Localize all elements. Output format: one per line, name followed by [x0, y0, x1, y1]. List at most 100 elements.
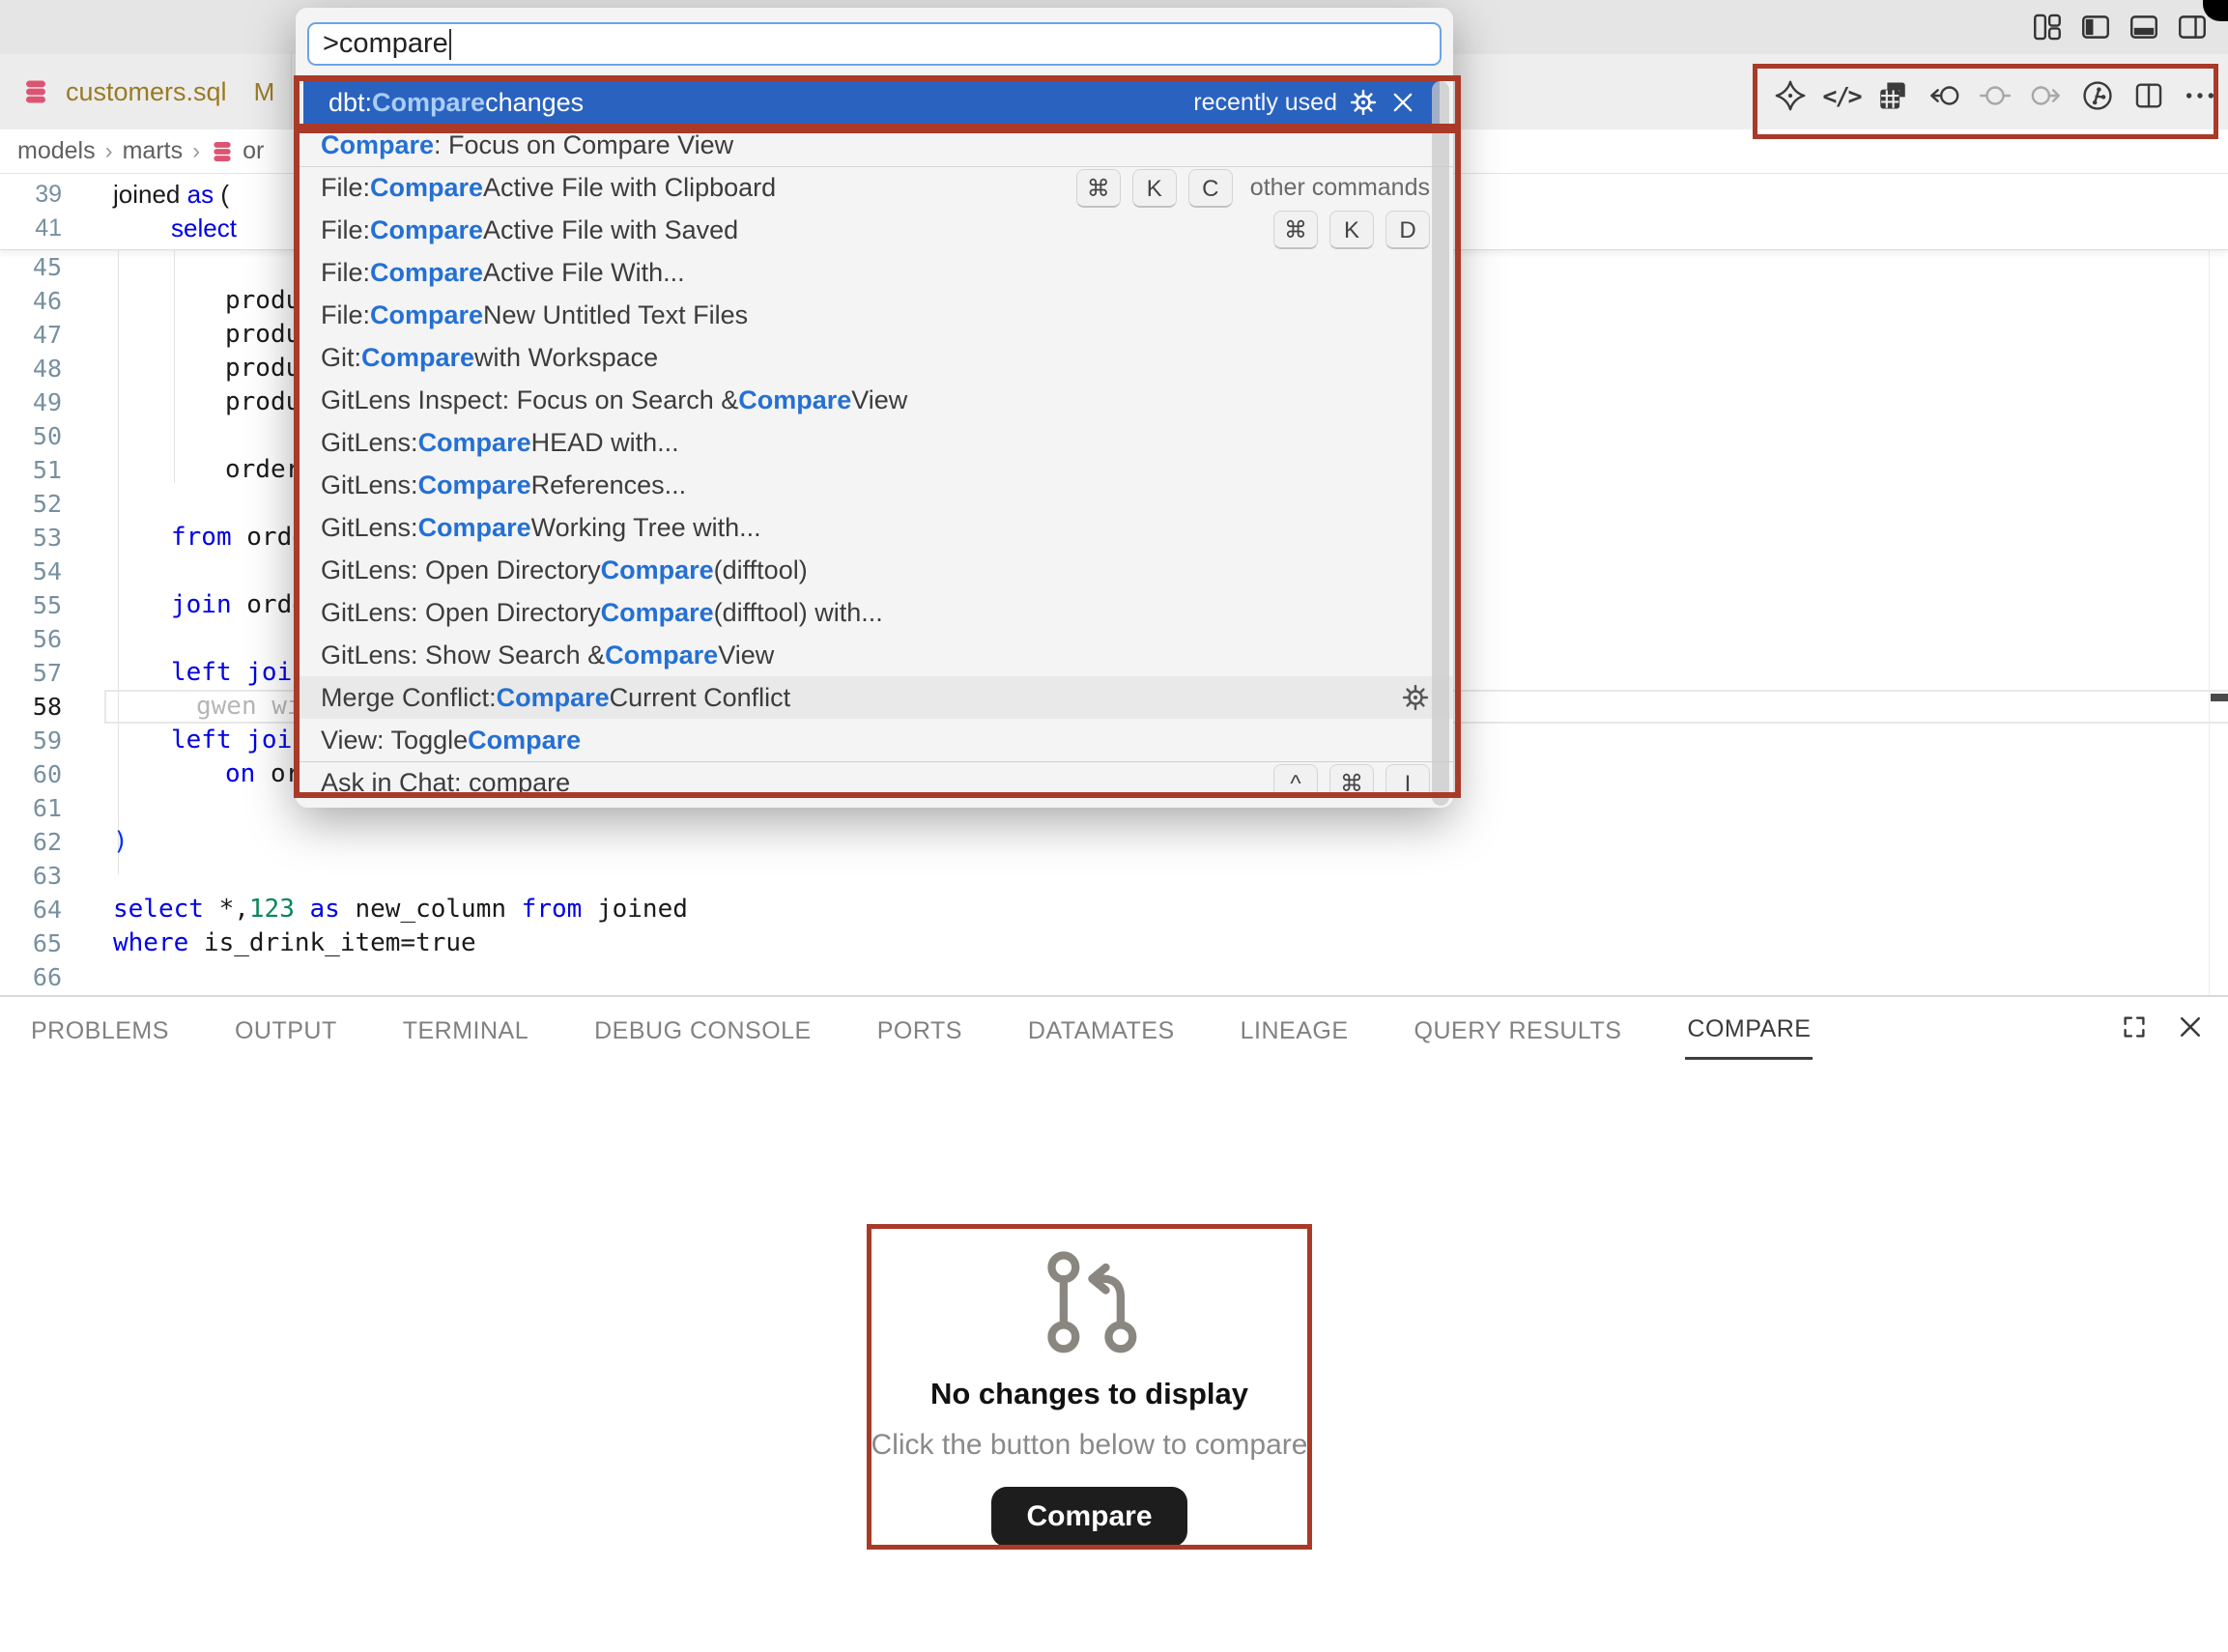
command-label-segment: GitLens: Open Directory: [321, 555, 601, 585]
panel-tab-debug-console[interactable]: DEBUG CONSOLE: [592, 1004, 814, 1059]
panel-tab-datamates[interactable]: DATAMATES: [1026, 1004, 1177, 1059]
recently-used-label: recently used: [1193, 89, 1337, 117]
command-row[interactable]: Git: Compare with Workspace: [296, 336, 1453, 379]
code-text: left join: [171, 656, 307, 690]
compare-button[interactable]: Compare: [991, 1487, 1186, 1547]
command-label-segment: Compare: [370, 258, 483, 288]
command-label-segment: View: Toggle: [321, 726, 468, 755]
command-row[interactable]: File: Compare Active File With...: [296, 251, 1453, 294]
command-row[interactable]: GitLens: Show Search & Compare View: [296, 634, 1453, 676]
command-row[interactable]: GitLens: Compare References...: [296, 464, 1453, 506]
line-number: 56: [0, 622, 62, 656]
toggle-primary-sidebar-icon[interactable]: [2079, 11, 2112, 43]
code-text: produ: [225, 385, 300, 419]
code-line: 64select *,123 as new_column from joined: [0, 893, 2228, 926]
breadcrumb-item[interactable]: marts: [123, 137, 184, 165]
code-text: ): [113, 825, 129, 859]
command-label-segment: GitLens Inspect: Focus on Search &: [321, 385, 738, 415]
command-label-segment: Compare: [370, 215, 483, 245]
line-number: 63: [0, 859, 62, 893]
command-label-segment: File:: [321, 173, 370, 203]
code-text: produ: [225, 352, 300, 385]
dismiss-icon[interactable]: [1389, 89, 1416, 116]
command-label-segment: changes: [485, 88, 584, 118]
command-label-segment: Compare: [418, 428, 531, 458]
toggle-secondary-sidebar-icon[interactable]: [2176, 11, 2209, 43]
code-text: produ: [225, 318, 300, 352]
shortcut-key: ⌘: [1076, 169, 1121, 208]
code-text: produ: [225, 284, 300, 318]
more-actions-icon[interactable]: [2184, 79, 2216, 112]
breadcrumb-item[interactable]: or: [243, 137, 264, 165]
close-panel-icon[interactable]: [2176, 1012, 2205, 1041]
shortcut-key: ⌘: [1273, 211, 1318, 249]
maximize-panel-icon[interactable]: [2120, 1012, 2149, 1041]
panel-tab-terminal[interactable]: TERMINAL: [401, 1004, 530, 1059]
command-list: Compare: Focus on Compare ViewFile: Comp…: [296, 124, 1453, 798]
panel-tab-compare[interactable]: COMPARE: [1685, 1002, 1813, 1060]
command-label-segment: Active File with Clipboard: [483, 173, 776, 203]
command-row[interactable]: GitLens: Open Directory Compare (difftoo…: [296, 549, 1453, 591]
execute-downstream-icon: [2030, 79, 2063, 112]
panel-tab-lineage[interactable]: LINEAGE: [1239, 1004, 1351, 1059]
preview-code-icon[interactable]: </>: [1825, 79, 1858, 112]
customize-layout-icon[interactable]: [2031, 11, 2064, 43]
lineage-icon[interactable]: [2081, 79, 2114, 112]
command-row[interactable]: Ask in Chat: compare^⌘I: [296, 761, 1453, 798]
shortcut-key: I: [1385, 764, 1430, 799]
code-line: 63: [0, 859, 2228, 893]
code-text: select: [171, 212, 237, 245]
panel-tab-problems[interactable]: PROBLEMS: [29, 1004, 171, 1059]
command-row[interactable]: File: Compare Active File with Saved⌘KD: [296, 209, 1453, 251]
command-row[interactable]: GitLens: Compare Working Tree with...: [296, 506, 1453, 549]
panel-tab-output[interactable]: OUTPUT: [233, 1004, 339, 1059]
command-input[interactable]: >compare: [307, 22, 1442, 66]
dbt-icon[interactable]: [1774, 79, 1807, 112]
panel-tab-query-results[interactable]: QUERY RESULTS: [1413, 1004, 1624, 1059]
command-label-segment: GitLens: Open Directory: [321, 598, 601, 628]
toggle-panel-icon[interactable]: [2128, 11, 2160, 43]
line-number: 54: [0, 555, 62, 588]
command-row-selected[interactable]: dbt: Compare changesrecently used: [303, 81, 1440, 124]
command-label-segment: dbt:: [328, 88, 372, 118]
command-row[interactable]: File: Compare New Untitled Text Files: [296, 294, 1453, 336]
split-editor-icon[interactable]: [2132, 79, 2165, 112]
compare-empty-subtitle: Click the button below to compare: [867, 1429, 1312, 1462]
command-row[interactable]: GitLens Inspect: Focus on Search & Compa…: [296, 379, 1453, 421]
execute-upstream-icon[interactable]: [1928, 79, 1960, 112]
command-row[interactable]: Compare: Focus on Compare View: [296, 124, 1453, 166]
breadcrumb-separator: ›: [192, 138, 200, 165]
command-input-value: >compare: [323, 28, 448, 60]
breadcrumb-separator: ›: [105, 138, 113, 165]
configure-keybinding-icon[interactable]: [1349, 88, 1378, 117]
configure-keybinding-icon[interactable]: [1401, 683, 1430, 712]
command-label-segment: File:: [321, 300, 370, 330]
command-label-segment: Compare: [601, 555, 714, 585]
titlebar-layout-controls: [2031, 11, 2209, 43]
command-row[interactable]: View: Toggle Compare: [296, 719, 1453, 761]
command-row[interactable]: File: Compare Active File with Clipboard…: [296, 166, 1453, 209]
command-label-segment: Working Tree with...: [531, 513, 761, 543]
query-results-icon[interactable]: [1876, 79, 1909, 112]
line-number: 52: [0, 487, 62, 521]
scrollbar[interactable]: [1432, 81, 1449, 806]
command-label-segment: Compare: [497, 683, 610, 713]
command-label-segment: Compare: [418, 513, 531, 543]
modified-badge: M: [254, 77, 275, 107]
command-row[interactable]: Merge Conflict: Compare Current Conflict: [296, 676, 1453, 719]
code-line: 66: [0, 960, 2228, 994]
tab-customers-sql[interactable]: customers.sql M: [0, 54, 292, 129]
command-row[interactable]: GitLens: Open Directory Compare (difftoo…: [296, 591, 1453, 634]
command-label-segment: : Focus on Compare View: [434, 130, 733, 160]
breadcrumb-item[interactable]: models: [17, 137, 96, 165]
overview-ruler[interactable]: [2209, 174, 2210, 995]
code-line: 65where is_drink_item=true: [0, 926, 2228, 960]
panel-tab-ports[interactable]: PORTS: [875, 1004, 964, 1059]
line-number: 50: [0, 419, 62, 453]
command-label-segment: Active File With...: [483, 258, 685, 288]
line-number: 48: [0, 352, 62, 385]
code-text: left join: [171, 724, 307, 757]
command-label-segment: Merge Conflict:: [321, 683, 497, 713]
command-row[interactable]: GitLens: Compare HEAD with...: [296, 421, 1453, 464]
command-label-segment: Ask in Chat: compare: [321, 768, 570, 798]
